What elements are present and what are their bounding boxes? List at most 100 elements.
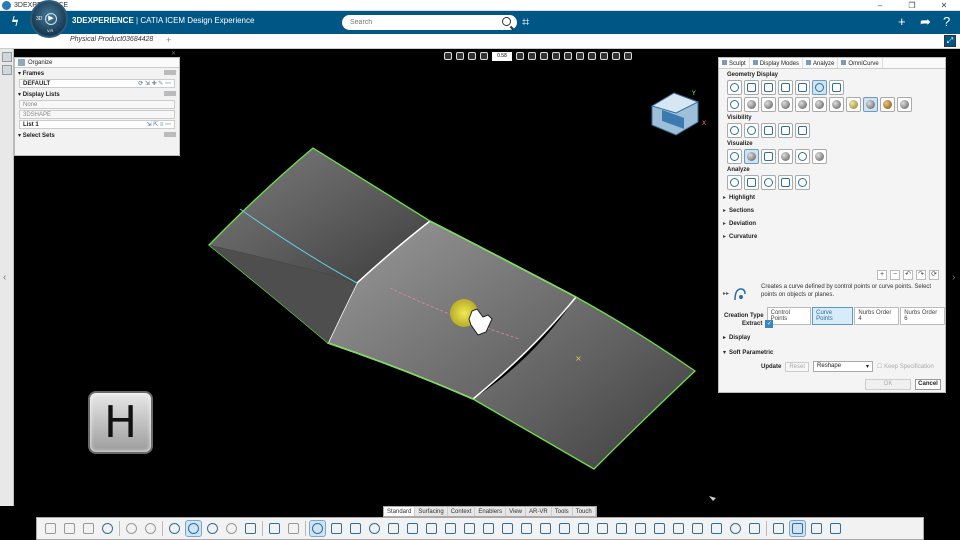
transform-icon[interactable] (576, 521, 591, 536)
section-icon[interactable] (540, 52, 548, 60)
fillet-curve-icon[interactable] (405, 521, 420, 536)
reset-button[interactable]: Reset (785, 361, 810, 372)
visibility-surfaces-button[interactable] (761, 123, 776, 138)
frames-tools-icon[interactable] (164, 70, 176, 75)
right-chevron-icon[interactable]: › (952, 272, 955, 283)
extract-checkbox[interactable]: ✓ (765, 320, 774, 328)
tab-sculpt[interactable]: Sculpt (719, 58, 750, 68)
sketch-icon[interactable] (329, 521, 344, 536)
shadow-icon[interactable] (588, 52, 596, 60)
ok-button[interactable]: OK (865, 379, 911, 390)
blend-surface-icon[interactable] (481, 521, 496, 536)
visualize-scene-button[interactable] (761, 149, 776, 164)
shade-mode-7-button[interactable] (829, 97, 844, 112)
frame-tools-icon[interactable]: ⟳ ⇲ ✚ ✎ ⋯ (138, 80, 171, 88)
update-auto-icon[interactable] (185, 520, 202, 537)
expand-icon[interactable]: ⤢ (944, 35, 956, 47)
shade-mode-8-button[interactable] (846, 97, 861, 112)
display-none-field[interactable]: None (19, 100, 175, 109)
shade-mode-1-button[interactable] (727, 97, 742, 112)
visualize-gear-button[interactable] (795, 149, 810, 164)
view-cube-icon[interactable]: Y X (650, 90, 706, 136)
play-icon[interactable]: ▶ (45, 13, 57, 25)
remove-icon[interactable]: − (890, 270, 900, 280)
layers-icon[interactable] (2, 65, 12, 75)
ab-tab-view[interactable]: View (506, 507, 526, 516)
help-icon[interactable]: ? (943, 14, 950, 30)
visibility-mesh-button[interactable] (778, 123, 793, 138)
switch-icon[interactable] (809, 521, 824, 536)
curvature-section[interactable]: Curvature (719, 229, 945, 242)
ground-icon[interactable] (576, 52, 584, 60)
display-3dshape-field[interactable]: 3DSHAPE (19, 110, 175, 119)
shade-mode-5-button[interactable] (795, 97, 810, 112)
annotation-icon[interactable] (633, 521, 648, 536)
point-icon[interactable] (267, 521, 282, 536)
quick-view-icon[interactable] (624, 52, 632, 60)
zoom-search-icon[interactable] (124, 521, 139, 536)
frames-section[interactable]: ▾ Frames (15, 68, 179, 78)
creation-option-nurbs-4[interactable]: Nurbs Order 4 (854, 307, 900, 325)
visualize-material-button[interactable] (778, 149, 793, 164)
display-control-polygon-button[interactable] (744, 80, 759, 95)
cancel-button[interactable]: Cancel (915, 379, 941, 390)
render-style-icon[interactable] (552, 52, 560, 60)
shade-mode-11-button[interactable] (897, 97, 912, 112)
undo-step-icon[interactable]: ↶ (903, 270, 913, 280)
blend-curve-icon[interactable] (386, 521, 401, 536)
offset-icon[interactable] (500, 521, 515, 536)
display-lists-section[interactable]: ▾ Display Lists (15, 89, 179, 99)
capture-icon[interactable] (671, 521, 686, 536)
list-field[interactable]: List 1 ⇲ ⇱ ≡ ⋯ (19, 120, 175, 129)
extrude-icon[interactable] (519, 521, 534, 536)
sweep-icon[interactable] (443, 521, 458, 536)
hide-show-icon[interactable] (612, 52, 620, 60)
search-box[interactable] (342, 15, 517, 30)
sections-section[interactable]: Sections (719, 203, 945, 216)
analyze-combs-button[interactable] (761, 175, 776, 190)
lock-icon[interactable] (516, 52, 524, 60)
tag-icon[interactable]: ⌗ (522, 14, 529, 30)
section-tool-icon[interactable] (614, 521, 629, 536)
ab-tab-ar-vr[interactable]: AR-VR (526, 507, 552, 516)
redo-step-icon[interactable]: ↷ (916, 270, 926, 280)
keep-specification-option[interactable]: ☐ Keep Specification (877, 363, 934, 370)
layers-tool-icon[interactable] (771, 521, 786, 536)
curve-tool-icon[interactable] (309, 520, 326, 537)
ab-tab-tools[interactable]: Tools (552, 507, 573, 516)
highlight-section[interactable]: Highlight (719, 190, 945, 203)
redo-arrow-icon[interactable] (224, 521, 239, 536)
analyze-deviation-button[interactable] (778, 175, 793, 190)
tab-analyze[interactable]: Analyze (803, 58, 839, 68)
settings-icon[interactable] (143, 521, 158, 536)
left-chevron-icon[interactable]: ‹ (3, 272, 6, 283)
visibility-icon[interactable] (600, 52, 608, 60)
add-icon[interactable]: + (898, 14, 906, 30)
visualize-sphere-button[interactable] (744, 149, 759, 164)
line-icon[interactable] (348, 521, 363, 536)
rotate-icon[interactable] (456, 52, 464, 60)
undo-icon[interactable] (100, 521, 115, 536)
paste-icon[interactable] (81, 521, 96, 536)
share-icon[interactable]: ➦ (920, 14, 931, 30)
video-icon[interactable] (690, 521, 705, 536)
refresh-icon[interactable]: ⟳ (929, 270, 939, 280)
visibility-points-button[interactable] (727, 123, 742, 138)
surface-tool-icon[interactable] (424, 521, 439, 536)
pan-icon[interactable] (468, 52, 476, 60)
copy-icon[interactable] (62, 521, 77, 536)
tree-toggle-icon[interactable] (2, 52, 12, 62)
plane-icon[interactable] (286, 521, 301, 536)
measure-icon[interactable] (595, 521, 610, 536)
folder-icon[interactable] (652, 521, 667, 536)
display-hull-button[interactable] (761, 80, 776, 95)
home-icon[interactable] (828, 521, 843, 536)
ab-tab-surfacing[interactable]: Surfacing (415, 507, 448, 516)
globe-icon[interactable] (728, 521, 743, 536)
shade-mode-4-button[interactable] (778, 97, 793, 112)
display-patch-button[interactable] (829, 80, 844, 95)
analyze-curvature-button[interactable] (744, 175, 759, 190)
close-button[interactable]: ✕ (928, 0, 960, 11)
collapse-arrow-icon[interactable]: ▸▸ (723, 290, 729, 297)
creation-option-nurbs-6[interactable]: Nurbs Order 6 (900, 307, 945, 325)
